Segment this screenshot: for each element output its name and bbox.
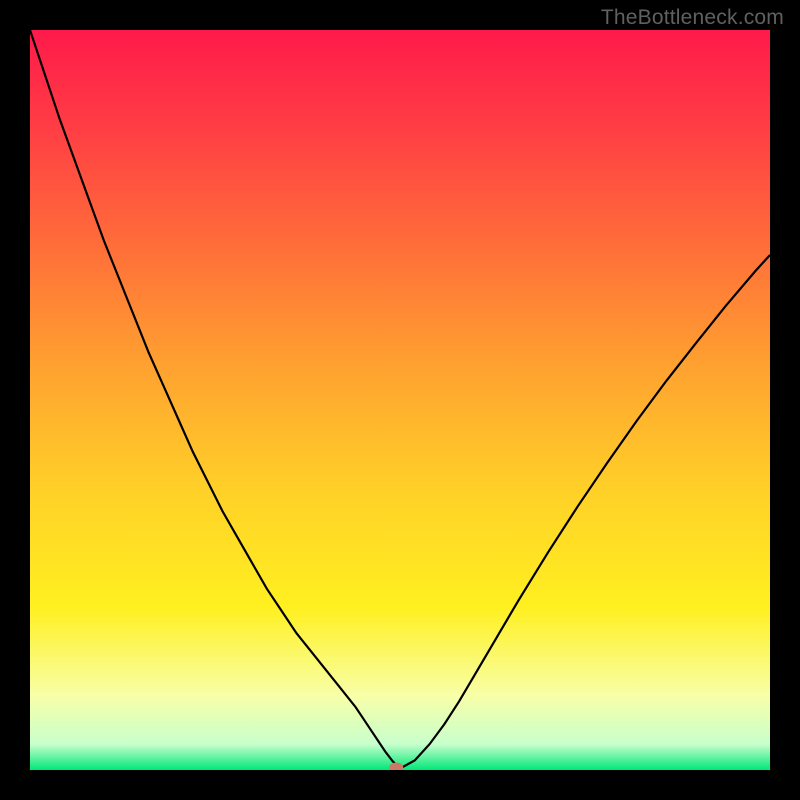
chart-container: TheBottleneck.com: [0, 0, 800, 800]
gradient-background: [30, 30, 770, 770]
plot-area: [30, 30, 770, 770]
watermark-text: TheBottleneck.com: [601, 6, 784, 30]
chart-svg: [30, 30, 770, 770]
